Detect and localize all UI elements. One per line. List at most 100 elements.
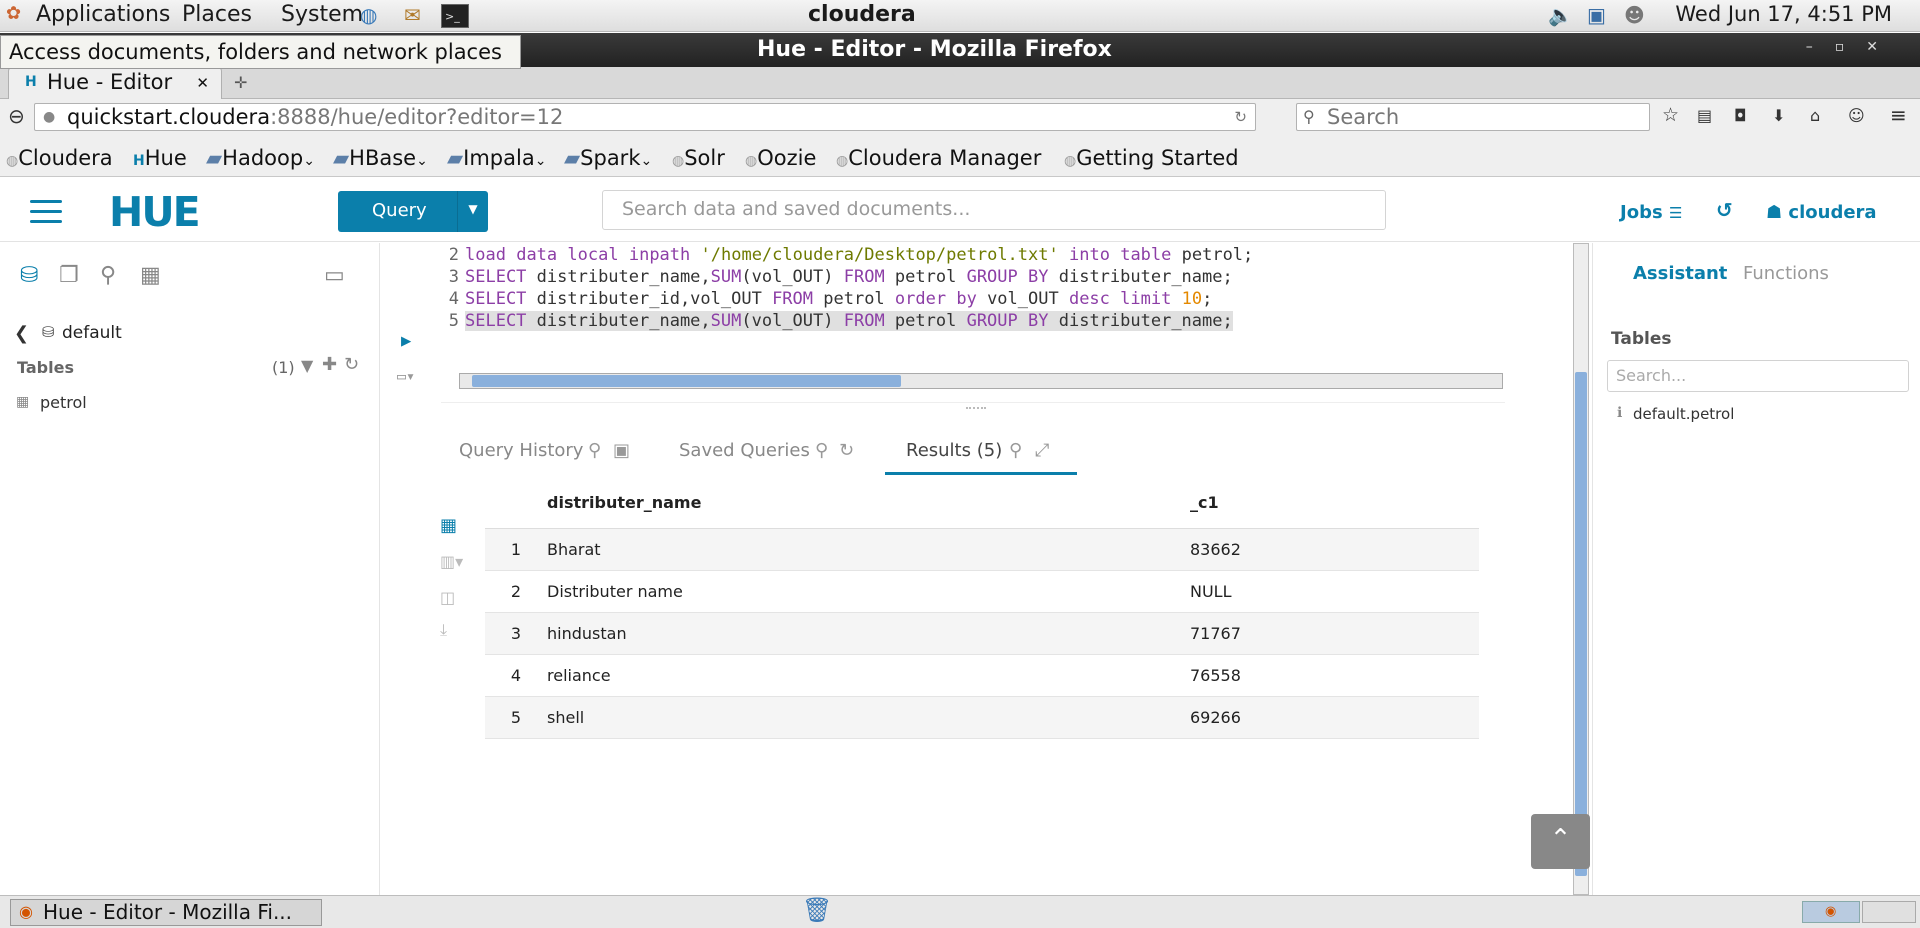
resize-handle[interactable] <box>966 407 986 411</box>
taskbar-window-button[interactable]: ◉ Hue - Editor - Mozilla Fi... <box>10 899 322 926</box>
table-cell[interactable]: 83662 <box>1190 528 1479 571</box>
expand-icon[interactable]: ⤢ <box>1035 440 1049 461</box>
network-icon[interactable]: ▣ <box>1587 3 1606 27</box>
sql-editor[interactable]: 2 3 4 5 load data local inpath '/home/cl… <box>397 243 1571 403</box>
grid-icon[interactable]: ▦ <box>140 263 164 288</box>
bookmark-folder-hbase[interactable]: ▰HBase⌄ <box>333 146 428 170</box>
table-cell[interactable]: NULL <box>1190 570 1479 613</box>
search-icon[interactable]: ⚲ <box>100 263 124 288</box>
tab-results[interactable]: Results (5) <box>906 440 1002 461</box>
table-cell[interactable]: reliance <box>547 654 1190 697</box>
tab-saved-queries[interactable]: Saved Queries <box>679 440 810 461</box>
browser-launcher-icon[interactable]: ◍ <box>360 3 377 27</box>
info-icon[interactable]: ℹ <box>1617 405 1622 421</box>
calendar-clear-icon[interactable]: ▣ <box>613 440 630 461</box>
bookmark-cloudera-manager[interactable]: ◍Cloudera Manager <box>836 146 1041 170</box>
global-search-input[interactable]: Search data and saved documents... <box>602 190 1386 230</box>
column-header[interactable]: _c1 <box>1190 478 1479 529</box>
jobs-link[interactable]: Jobs ☰ <box>1620 202 1682 223</box>
table-item-petrol[interactable]: petrol <box>40 393 87 412</box>
tab-assistant[interactable]: Assistant <box>1633 263 1727 284</box>
back-chevron-icon[interactable]: ❮ <box>14 323 29 344</box>
caret-down-icon[interactable]: ▼ <box>457 191 488 232</box>
refresh-icon[interactable]: ↻ <box>344 354 359 375</box>
code-line[interactable]: SELECT distributer_id,vol_OUT FROM petro… <box>465 289 1212 309</box>
code-line[interactable]: SELECT distributer_name,SUM(vol_OUT) FRO… <box>465 267 1233 287</box>
pocket-icon[interactable]: ◘ <box>1734 106 1747 125</box>
tab-close-icon[interactable]: ✕ <box>196 74 209 92</box>
volume-icon[interactable]: 🔈 <box>1548 3 1573 27</box>
grid-view-icon[interactable]: ▦ <box>440 515 457 536</box>
window-controls[interactable]: –▫✕ <box>1806 39 1900 55</box>
site-info-icon[interactable]: ● <box>43 109 55 125</box>
hamburger-menu-icon[interactable] <box>30 200 62 224</box>
code-line[interactable]: load data local inpath '/home/cloudera/D… <box>465 245 1253 265</box>
table-row[interactable]: 2 Distributer name NULL <box>485 570 1479 613</box>
documents-icon[interactable]: ❐ <box>59 263 83 288</box>
table-cell[interactable]: 69266 <box>1190 696 1479 739</box>
table-row[interactable]: 5 shell 69266 <box>485 696 1479 739</box>
search-icon[interactable]: ⚲ <box>1009 440 1022 461</box>
table-cell[interactable]: Bharat <box>547 528 1190 571</box>
table-row[interactable]: 4 reliance 76558 <box>485 654 1479 697</box>
assistant-table-item[interactable]: default.petrol <box>1633 405 1734 423</box>
query-button[interactable]: Query ▼ <box>338 191 488 232</box>
vertical-scrollbar-thumb[interactable] <box>1575 372 1587 876</box>
database-name[interactable]: default <box>62 323 122 343</box>
places-menu[interactable]: Places <box>182 2 252 27</box>
history-icon[interactable]: ↺ <box>1716 198 1733 222</box>
scrollbar-thumb[interactable] <box>472 375 901 387</box>
bookmark-folder-spark[interactable]: ▰Spark⌄ <box>564 146 652 170</box>
refresh-icon[interactable]: ↻ <box>839 440 854 461</box>
back-icon[interactable]: ⊖ <box>8 104 25 128</box>
chat-icon[interactable]: ☺ <box>1848 106 1865 125</box>
code-line-selected[interactable]: SELECT distributer_name,SUM(vol_OUT) FRO… <box>465 311 1233 331</box>
reading-list-icon[interactable]: ▤ <box>1697 106 1712 125</box>
table-row[interactable]: 3 hindustan 71767 <box>485 612 1479 655</box>
bookmark-folder-impala[interactable]: ▰Impala⌄ <box>447 146 546 170</box>
terminal-launcher-icon[interactable]: >_ <box>441 4 469 28</box>
table-cell[interactable]: 71767 <box>1190 612 1479 655</box>
execute-play-icon[interactable]: ▶ <box>401 331 411 351</box>
browser-search-field[interactable]: ⚲ Search <box>1296 103 1650 131</box>
chart-view-icon[interactable]: ▥▾ <box>440 552 463 571</box>
home-icon[interactable]: ⌂ <box>1810 106 1820 125</box>
folder-open-icon[interactable]: ▭ <box>324 263 348 288</box>
system-menu[interactable]: System <box>281 2 363 27</box>
scroll-to-top-button[interactable]: ⌃ <box>1531 814 1590 869</box>
bookmark-oozie[interactable]: ◍Oozie <box>745 146 816 170</box>
snippet-book-icon[interactable]: ▭▾ <box>397 367 415 385</box>
menu-icon[interactable]: ≡ <box>1890 103 1907 127</box>
url-bar[interactable]: ● quickstart.cloudera:8888/hue/editor?ed… <box>34 103 1256 131</box>
clock[interactable]: Wed Jun 17, 4:51 PM <box>1675 2 1892 26</box>
workspace-switcher-2[interactable] <box>1862 901 1916 923</box>
vertical-scrollbar[interactable] <box>1573 243 1589 895</box>
minimize-icon[interactable]: – <box>1806 39 1835 55</box>
assistant-search-input[interactable]: Search... <box>1607 360 1909 392</box>
applications-menu[interactable]: Applications <box>36 2 170 27</box>
bookmark-folder-hadoop[interactable]: ▰Hadoop⌄ <box>206 146 315 170</box>
bookmark-getting-started[interactable]: ◍Getting Started <box>1064 146 1239 170</box>
browser-tab[interactable]: H Hue - Editor ✕ <box>8 67 222 99</box>
search-icon[interactable]: ⚲ <box>815 440 828 461</box>
search-icon[interactable]: ⚲ <box>588 440 601 461</box>
hue-logo[interactable]: HUE <box>109 188 201 236</box>
trash-icon[interactable]: 🗑 <box>802 896 832 924</box>
columns-icon[interactable]: ◫ <box>440 588 455 607</box>
database-icon[interactable]: ⛁ <box>20 263 44 288</box>
downloads-icon[interactable]: ⬇ <box>1772 106 1785 125</box>
bookmark-solr[interactable]: ◍Solr <box>672 146 725 170</box>
maximize-icon[interactable]: ▫ <box>1835 39 1867 55</box>
table-row[interactable]: 1 Bharat 83662 <box>485 528 1479 571</box>
users-icon[interactable]: ☻ <box>1624 3 1645 27</box>
tab-query-history[interactable]: Query History <box>459 440 583 461</box>
mail-launcher-icon[interactable]: ✉ <box>404 3 421 27</box>
bookmark-star-icon[interactable]: ☆ <box>1662 104 1679 126</box>
bookmark-cloudera[interactable]: ◍Cloudera <box>6 146 113 170</box>
table-cell[interactable]: 76558 <box>1190 654 1479 697</box>
add-icon[interactable]: ✚ <box>322 354 337 375</box>
download-icon[interactable]: ⤓ <box>440 620 447 640</box>
user-menu[interactable]: ☗ cloudera <box>1766 202 1877 223</box>
table-cell[interactable]: hindustan <box>547 612 1190 655</box>
close-icon[interactable]: ✕ <box>1866 39 1900 55</box>
